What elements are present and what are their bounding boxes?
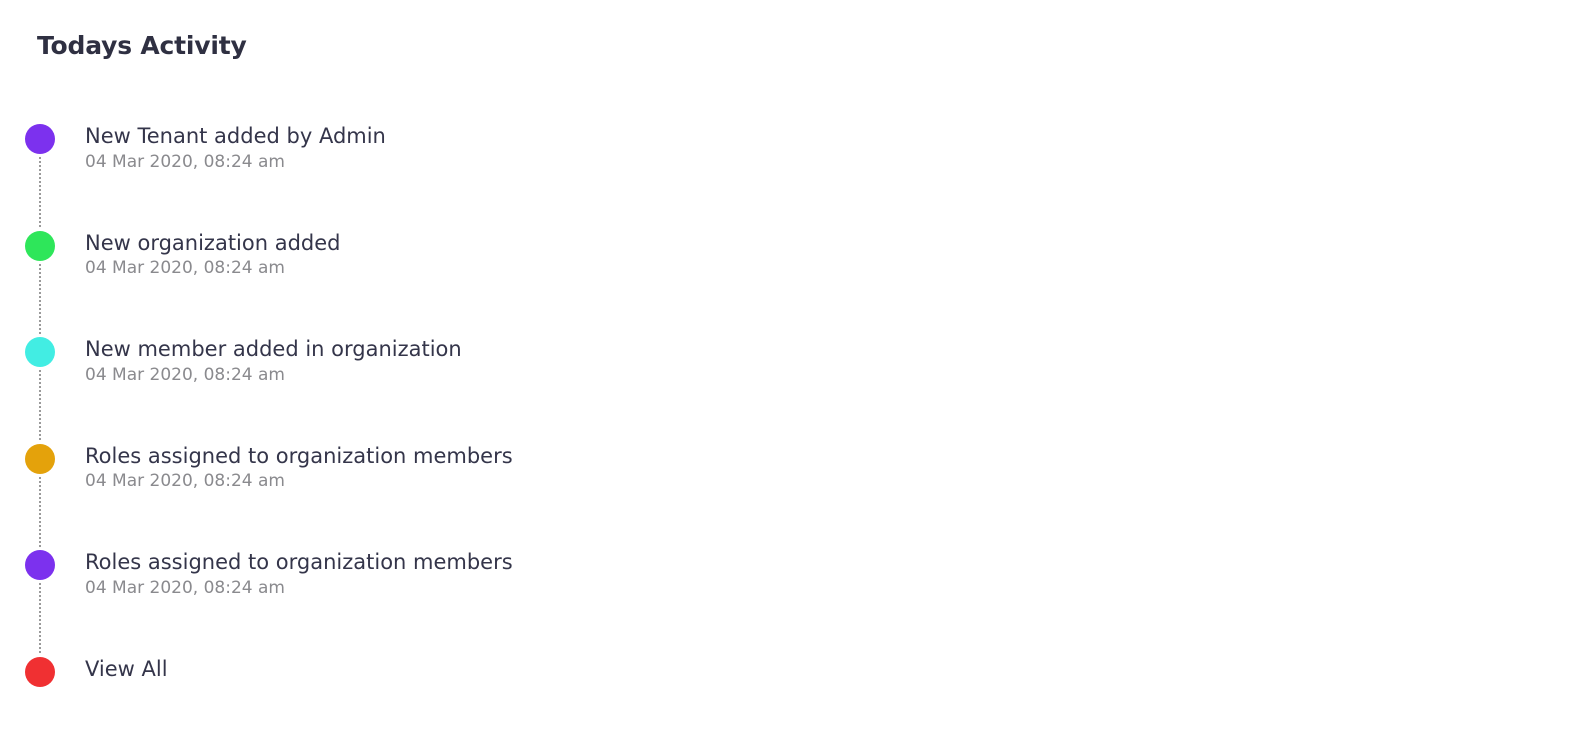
activity-timestamp: 04 Mar 2020, 08:24 am bbox=[85, 258, 285, 278]
timeline-dot-icon bbox=[25, 337, 55, 367]
activity-timestamp: 04 Mar 2020, 08:24 am bbox=[85, 471, 285, 491]
timeline-dot-icon bbox=[25, 550, 55, 580]
view-all-link[interactable]: View All bbox=[85, 656, 168, 682]
activity-timestamp: 04 Mar 2020, 08:24 am bbox=[85, 152, 285, 172]
timeline-connector bbox=[39, 477, 41, 547]
activity-card: Todays Activity New Tenant added by Admi… bbox=[0, 0, 1585, 743]
timeline-dot-icon bbox=[25, 657, 55, 687]
activity-timestamp: 04 Mar 2020, 08:24 am bbox=[85, 365, 285, 385]
timeline-dot-icon bbox=[25, 444, 55, 474]
timeline-connector bbox=[39, 264, 41, 334]
timeline-connector bbox=[39, 583, 41, 653]
activity-title: New Tenant added by Admin bbox=[85, 124, 386, 148]
activity-title: Roles assigned to organization members bbox=[85, 550, 513, 574]
timeline-dot-icon bbox=[25, 231, 55, 261]
activity-timeline: New Tenant added by Admin 04 Mar 2020, 0… bbox=[0, 0, 1585, 743]
activity-title: New organization added bbox=[85, 231, 341, 255]
activity-title: New member added in organization bbox=[85, 337, 462, 361]
timeline-dot-icon bbox=[25, 124, 55, 154]
timeline-connector bbox=[39, 370, 41, 440]
activity-timestamp: 04 Mar 2020, 08:24 am bbox=[85, 578, 285, 598]
timeline-connector bbox=[39, 157, 41, 227]
activity-title: Roles assigned to organization members bbox=[85, 444, 513, 468]
